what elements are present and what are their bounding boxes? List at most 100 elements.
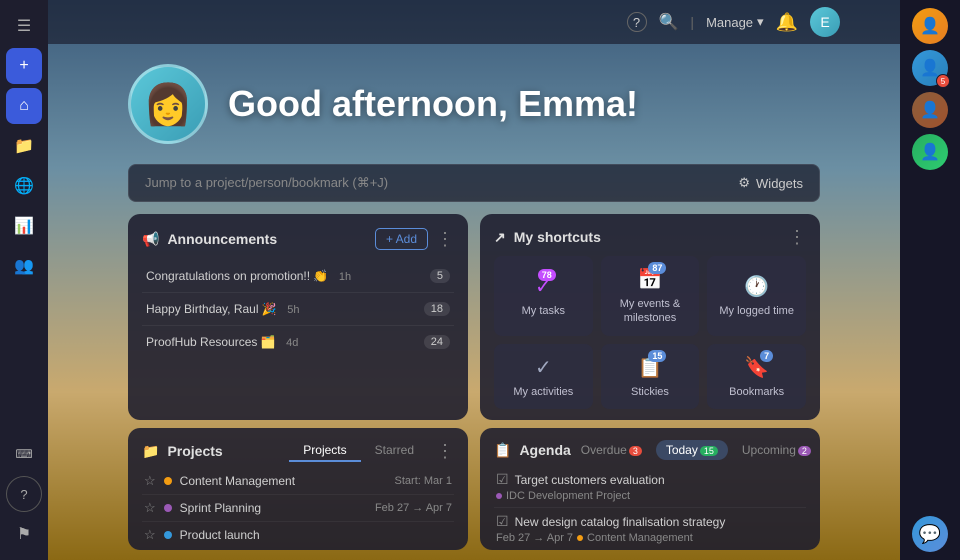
shortcuts-grid: ✓ 78 My tasks 📅 87 My events & milestone…: [494, 256, 806, 409]
tab-today[interactable]: Today15: [656, 440, 728, 460]
sidebar-chart[interactable]: 📊: [6, 208, 42, 244]
hero-name: Emma!: [518, 83, 638, 124]
shortcuts-title: ↗ My shortcuts: [494, 229, 601, 246]
sidebar-help[interactable]: ?: [6, 476, 42, 512]
bottom-widgets: 📁 Projects Projects Starred ⋮ ☆ Content …: [48, 420, 900, 560]
agenda-title-1: ☑ Target customers evaluation: [496, 471, 804, 488]
manage-label: Manage: [706, 15, 753, 30]
activities-icon: ✓: [535, 354, 552, 380]
announcement-item-1[interactable]: Congratulations on promotion!! 👏 1h 5: [142, 260, 454, 293]
widgets-icon: ⚙: [738, 175, 750, 191]
agenda-widget: 📋 Agenda Overdue3 Today15 Upcoming2: [480, 428, 820, 550]
greeting-prefix: Good afternoon,: [228, 83, 518, 124]
avatar-orange[interactable]: 👤: [912, 8, 948, 44]
stickies-icon: 📋 15: [638, 354, 663, 380]
tab-upcoming[interactable]: Upcoming2: [732, 440, 820, 460]
topbar: ? 🔍 | Manage ▾ 🔔 E: [48, 0, 900, 44]
shortcuts-more-button[interactable]: ⋮: [788, 228, 806, 246]
today-badge: 15: [700, 446, 718, 456]
tab-overdue[interactable]: Overdue3: [571, 440, 652, 460]
announcements-more-button[interactable]: ⋮: [436, 230, 454, 248]
agenda-item-1[interactable]: ☑ Target customers evaluation IDC Develo…: [494, 466, 806, 508]
events-badge: 87: [648, 262, 666, 274]
tab-starred[interactable]: Starred: [361, 440, 428, 462]
hero-avatar: 👩: [128, 64, 208, 144]
sidebar-add[interactable]: +: [6, 48, 42, 84]
sidebar-menu[interactable]: ☰: [6, 8, 42, 44]
right-panel: 👤 👤 5 👤 👤 💬: [900, 0, 960, 560]
sidebar-keyboard[interactable]: ⌨: [6, 436, 42, 472]
megaphone-icon: 📢: [142, 231, 159, 248]
sidebar-home[interactable]: ⌂: [6, 88, 42, 124]
ann-text: Congratulations on promotion!! 👏 1h: [146, 267, 351, 285]
agenda-sub-2: Feb 27 → Apr 7 Content Management: [496, 532, 804, 544]
avatar-badge-2: 5: [936, 74, 950, 88]
agenda-dot-2: [577, 535, 583, 541]
ann-text-3: ProofHub Resources 🗂️ 4d: [146, 333, 298, 351]
hero-section: 👩 Good afternoon, Emma!: [48, 44, 900, 164]
sidebar-flag[interactable]: ⚑: [6, 516, 42, 552]
bookmarks-icon: 🔖 7: [744, 354, 769, 380]
announcement-item-2[interactable]: Happy Birthday, Raul 🎉 5h 18: [142, 293, 454, 326]
search-icon[interactable]: 🔍: [659, 12, 679, 32]
avatar-brown[interactable]: 👤: [912, 92, 948, 128]
notifications-bell[interactable]: 🔔: [776, 12, 798, 33]
project-item-1[interactable]: ☆ Content Management Start: Mar 1: [142, 468, 454, 495]
help-icon[interactable]: ?: [627, 12, 647, 32]
star-icon-3: ☆: [144, 527, 156, 543]
folder-icon: 📁: [142, 443, 159, 460]
right-avatar-1[interactable]: 👤: [912, 8, 948, 44]
sidebar-projects[interactable]: 📁: [6, 128, 42, 164]
project-item-2[interactable]: ☆ Sprint Planning Feb 27 → Apr 7: [142, 495, 454, 522]
shortcut-bookmarks[interactable]: 🔖 7 Bookmarks: [707, 344, 806, 409]
project-date-2: Feb 27 → Apr 7: [375, 502, 452, 514]
project-item-3[interactable]: ☆ Product launch: [142, 522, 454, 548]
ann-count-1: 5: [430, 269, 450, 283]
bookmarks-badge: 7: [760, 350, 773, 362]
agenda-date-2: Feb 27 → Apr 7: [496, 532, 573, 544]
shortcut-activities[interactable]: ✓ My activities: [494, 344, 593, 409]
shortcut-tasks[interactable]: ✓ 78 My tasks: [494, 256, 593, 336]
shortcut-time[interactable]: 🕐 My logged time: [707, 256, 806, 336]
projects-header: 📁 Projects Projects Starred ⋮: [142, 440, 454, 462]
project-dot-2: [164, 504, 172, 512]
avatar-green[interactable]: 👤: [912, 134, 948, 170]
shortcuts-widget: ↗ My shortcuts ⋮ ✓ 78 My tasks 📅 87: [480, 214, 820, 420]
events-icon: 📅 87: [638, 266, 663, 292]
project-name-2: Sprint Planning: [180, 501, 367, 515]
shortcut-events[interactable]: 📅 87 My events & milestones: [601, 256, 700, 336]
checklist-icon-1: ☑: [496, 471, 509, 488]
search-bar[interactable]: Jump to a project/person/bookmark (⌘+J) …: [128, 164, 820, 202]
divider: |: [690, 14, 694, 30]
overdue-badge: 3: [629, 446, 642, 456]
projects-title: 📁 Projects: [142, 443, 223, 460]
shortcut-stickies[interactable]: 📋 15 Stickies: [601, 344, 700, 409]
activities-label: My activities: [513, 385, 573, 399]
project-date-1: Start: Mar 1: [395, 475, 452, 487]
widgets-button[interactable]: ⚙ Widgets: [738, 175, 803, 191]
checklist-icon-2: ☑: [496, 513, 509, 530]
widgets-label: Widgets: [756, 176, 803, 191]
projects-more-button[interactable]: ⋮: [436, 442, 454, 460]
project-tabs: Projects Starred: [289, 440, 428, 462]
sidebar-people[interactable]: 👥: [6, 248, 42, 284]
project-dot-1: [164, 477, 172, 485]
agenda-dot-1: [496, 493, 502, 499]
sidebar-globe[interactable]: 🌐: [6, 168, 42, 204]
announcement-item-3[interactable]: ProofHub Resources 🗂️ 4d 24: [142, 326, 454, 358]
agenda-item-2[interactable]: ☑ New design catalog finalisation strate…: [494, 508, 806, 549]
announcements-title: 📢 Announcements: [142, 231, 277, 248]
announcements-actions: + Add ⋮: [375, 228, 454, 250]
tab-projects[interactable]: Projects: [289, 440, 360, 462]
ann-count-3: 24: [424, 335, 450, 349]
manage-menu[interactable]: Manage ▾: [706, 14, 764, 30]
star-icon-2: ☆: [144, 500, 156, 516]
stickies-badge: 15: [648, 350, 666, 362]
announcements-add-button[interactable]: + Add: [375, 228, 428, 250]
agenda-header: 📋 Agenda Overdue3 Today15 Upcoming2: [494, 440, 806, 460]
chat-button[interactable]: 💬: [912, 516, 948, 552]
shortcuts-header: ↗ My shortcuts ⋮: [494, 228, 806, 246]
user-avatar[interactable]: E: [810, 7, 840, 37]
agenda-title-2: ☑ New design catalog finalisation strate…: [496, 513, 804, 530]
agenda-tabs: Overdue3 Today15 Upcoming2: [571, 440, 820, 460]
